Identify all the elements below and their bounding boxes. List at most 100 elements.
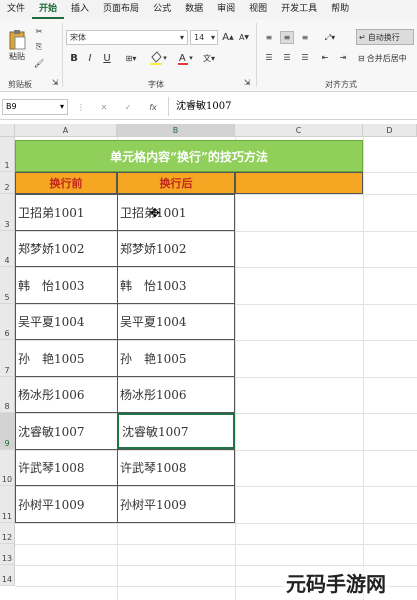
paste-button[interactable]: 粘贴 (4, 25, 30, 65)
formula-input[interactable]: 沈睿敏1007 (176, 99, 231, 115)
row-header[interactable]: 5 (0, 267, 15, 304)
italic-icon: I (88, 52, 92, 64)
align-left-button[interactable]: ☰ (262, 51, 276, 64)
tab-home[interactable]: 开始 (32, 0, 65, 19)
row-header[interactable]: 13 (0, 544, 15, 565)
decrease-indent-icon: ⇤ (321, 53, 329, 62)
italic-button[interactable]: I (84, 51, 96, 65)
tab-data[interactable]: 数据 (178, 0, 210, 19)
font-name-select[interactable]: 宋体 ▾ (66, 30, 188, 45)
tab-file[interactable]: 文件 (0, 0, 32, 19)
cell-b10[interactable]: 许武琴1008 (117, 450, 235, 485)
cell-a8[interactable]: 杨冰彤1006 (15, 377, 117, 412)
tab-insert[interactable]: 插入 (64, 0, 96, 19)
underline-button[interactable]: U (100, 51, 114, 65)
cell-a10[interactable]: 许武琴1008 (15, 450, 117, 485)
cell-a4[interactable]: 郑梦娇1002 (15, 231, 117, 266)
row-header[interactable]: 10 (0, 450, 15, 486)
row-header[interactable]: 7 (0, 340, 15, 377)
borders-button[interactable]: ⊞▾ (120, 51, 142, 65)
orientation-button[interactable]: ⤢▾ (320, 31, 340, 44)
sheet-title-cell[interactable]: 单元格内容“换行”的技巧方法 (15, 140, 363, 172)
cell-b3[interactable]: 卫招弟1001 (117, 195, 235, 230)
column-header-b[interactable]: B (117, 124, 235, 137)
tab-help[interactable]: 帮助 (324, 0, 356, 19)
cut-button[interactable]: ✂ (33, 25, 45, 37)
cell-a5[interactable]: 韩 怡1003 (15, 267, 117, 303)
decrease-indent-button[interactable]: ⇤ (318, 51, 332, 64)
ribbon: 粘贴 ✂ ⎘ 🖌 剪贴板 ⇲ 宋体 ▾ 14 ▾ A ▲ A ▼ B I U ⊞▾ ▾ … (0, 19, 417, 92)
cell-b11[interactable]: 孙树平1009 (117, 486, 235, 522)
tab-review[interactable]: 审阅 (210, 0, 242, 19)
row-header[interactable]: 8 (0, 377, 15, 413)
row-header[interactable]: 12 (0, 523, 15, 544)
column-header-c[interactable]: C (235, 124, 363, 137)
shrink-font-button[interactable]: A ▼ (238, 30, 250, 45)
bold-button[interactable]: B (68, 51, 80, 65)
align-bottom-button[interactable]: ≡ (298, 31, 312, 44)
row-header[interactable]: 11 (0, 486, 15, 523)
wrap-text-button[interactable]: ↵ 自动换行 (356, 29, 414, 45)
align-middle-icon: ≡ (283, 33, 291, 42)
font-color-icon: A (178, 53, 189, 65)
phonetic-icon: 文▾ (202, 53, 215, 63)
merge-center-button[interactable]: ⊟ 合并后居中 (356, 50, 417, 66)
enter-button[interactable]: ✓ (122, 101, 134, 113)
row-header[interactable]: 1 (0, 137, 15, 172)
insert-function-button[interactable]: fx (145, 101, 161, 113)
row-header[interactable]: 4 (0, 231, 15, 267)
phonetic-button[interactable]: 文▾ (200, 51, 218, 65)
cell-b9-selected[interactable]: 沈睿敏1007 (117, 413, 235, 449)
name-box[interactable]: B9 ▾ (2, 99, 68, 115)
cell-b7[interactable]: 孙 艳1005 (117, 340, 235, 376)
row-header[interactable]: 6 (0, 304, 15, 340)
cell-b5[interactable]: 韩 怡1003 (117, 267, 235, 303)
cell-a3[interactable]: 卫招弟1001 (15, 195, 117, 230)
grow-font-icon: A (222, 32, 230, 43)
alignment-group-label: 对齐方式 (325, 80, 357, 89)
cell-b6[interactable]: 吴平夏1004 (117, 304, 235, 339)
row-header[interactable]: 14 (0, 565, 15, 586)
gridline (363, 137, 364, 600)
font-launcher[interactable]: ⇲ (242, 77, 252, 87)
fill-bucket-icon (150, 51, 163, 65)
scissors-icon: ✂ (35, 26, 43, 36)
row-header[interactable]: 9 (0, 413, 15, 450)
cell-a7[interactable]: 孙 艳1005 (15, 340, 117, 376)
paste-label: 粘贴 (9, 51, 25, 61)
cell-a9[interactable]: 沈睿敏1007 (15, 413, 117, 449)
align-center-button[interactable]: ☰ (280, 51, 294, 64)
row-header[interactable]: 3 (0, 194, 15, 231)
header-empty-cell[interactable] (235, 172, 363, 194)
tab-formulas[interactable]: 公式 (146, 0, 178, 19)
cell-b4[interactable]: 郑梦娇1002 (117, 231, 235, 266)
font-color-button[interactable]: A ▾ (174, 51, 196, 65)
tab-developer[interactable]: 开发工具 (274, 0, 324, 19)
align-top-button[interactable]: ≡ (262, 31, 276, 44)
header-after-cell[interactable]: 换行后 (117, 172, 235, 194)
header-before-cell[interactable]: 换行前 (15, 172, 117, 194)
fill-color-button[interactable]: ▾ (146, 51, 170, 65)
column-header-d[interactable]: D (363, 124, 417, 137)
cancel-entry-button[interactable]: ✕ (98, 101, 110, 113)
font-group-label: 字体 (148, 80, 164, 89)
cell-b8[interactable]: 杨冰彤1006 (117, 377, 235, 412)
chevron-down-icon: ▾ (210, 33, 215, 42)
tab-page-layout[interactable]: 页面布局 (96, 0, 146, 19)
increase-indent-button[interactable]: ⇥ (336, 51, 350, 64)
format-painter-button[interactable]: 🖌 (33, 57, 45, 69)
copy-button[interactable]: ⎘ (33, 41, 45, 53)
worksheet-grid: A B C D 1 2 3 4 5 6 7 8 9 10 11 12 13 14… (0, 124, 417, 600)
cell-a6[interactable]: 吴平夏1004 (15, 304, 117, 339)
align-right-button[interactable]: ☰ (298, 51, 312, 64)
clipboard-launcher[interactable]: ⇲ (50, 77, 60, 87)
cell-a11[interactable]: 孙树平1009 (15, 486, 117, 522)
grow-font-button[interactable]: A ▲ (222, 30, 234, 45)
row-header[interactable]: 2 (0, 172, 15, 194)
column-header-a[interactable]: A (15, 124, 117, 137)
align-middle-button[interactable]: ≡ (280, 31, 294, 44)
tab-view[interactable]: 视图 (242, 0, 274, 19)
font-size-select[interactable]: 14 ▾ (190, 30, 218, 45)
increase-indent-icon: ⇥ (339, 53, 347, 62)
select-all-corner[interactable] (0, 124, 15, 137)
